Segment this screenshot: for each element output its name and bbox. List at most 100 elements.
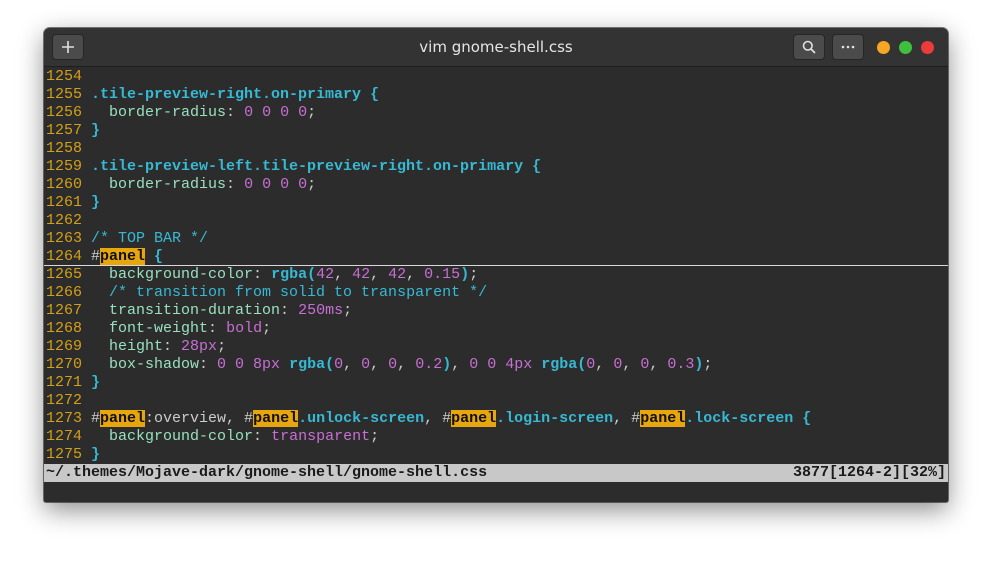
code-token: { — [154, 248, 164, 265]
code-token: 42 — [316, 266, 335, 283]
code-token: { — [532, 158, 542, 175]
vim-statusline: ~/.themes/Mojave-dark/gnome-shell/gnome-… — [44, 464, 948, 482]
code-line: 1263 /* TOP BAR */ — [44, 230, 948, 248]
code-token: transition-duration — [109, 302, 281, 319]
line-number: 1273 — [46, 410, 83, 427]
code-token: } — [91, 374, 101, 391]
code-token: font-weight — [109, 320, 209, 337]
code-line: 1270 box-shadow: 0 0 8px rgba(0, 0, 0, 0… — [44, 356, 948, 374]
code-line: 1262 — [44, 212, 948, 230]
code-token: .unlock-screen — [298, 410, 425, 427]
code-token: 0 — [640, 356, 650, 373]
line-number: 1255 — [46, 86, 83, 103]
line-text: } — [91, 122, 100, 139]
minimize-button[interactable] — [877, 41, 890, 54]
line-number: 1269 — [46, 338, 83, 355]
code-token: : — [226, 176, 245, 193]
line-text: } — [91, 374, 100, 391]
cursor-position: 3877[1264-2][32%] — [792, 464, 946, 481]
code-line: 1267 transition-duration: 250ms; — [44, 302, 948, 320]
code-line: 1266 /* transition from solid to transpa… — [44, 284, 948, 302]
line-number: 1259 — [46, 158, 83, 175]
code-token: # — [91, 410, 101, 427]
code-token: : — [208, 320, 227, 337]
code-token: .tile-preview-right.on-primary — [91, 86, 362, 103]
line-number: 1260 — [46, 176, 83, 193]
code-line: 1255 .tile-preview-right.on-primary { — [44, 86, 948, 104]
line-text: box-shadow: 0 0 8px rgba(0, 0, 0, 0.2), … — [91, 356, 712, 373]
close-button[interactable] — [921, 41, 934, 54]
line-text: #panel { — [91, 248, 163, 265]
code-token: : — [280, 302, 299, 319]
code-token: 0 0 4px — [469, 356, 533, 373]
code-token: transparent — [271, 428, 371, 445]
code-line: 1264 #panel { — [44, 248, 948, 266]
search-match: panel — [253, 410, 299, 427]
code-token: 0.2 — [415, 356, 443, 373]
code-token: height — [109, 338, 164, 355]
code-token: , — [595, 356, 614, 373]
vim-editor-buffer[interactable]: 1254 1255 .tile-preview-right.on-primary {… — [44, 68, 948, 464]
code-token: ; — [262, 320, 272, 337]
line-number: 1263 — [46, 230, 83, 247]
code-token: 0.3 — [667, 356, 695, 373]
code-token: 0 — [613, 356, 623, 373]
line-text: background-color: rgba(42, 42, 42, 0.15)… — [91, 266, 478, 283]
code-token: , — [370, 356, 389, 373]
plus-icon — [62, 41, 74, 53]
code-line: 1269 height: 28px; — [44, 338, 948, 356]
code-token: ) — [442, 356, 452, 373]
code-token: , — [397, 356, 416, 373]
code-token: .tile-preview-left.tile-preview-right.on… — [91, 158, 524, 175]
code-token: , — [370, 266, 389, 283]
line-number: 1264 — [46, 248, 83, 265]
code-token: , — [649, 356, 668, 373]
code-token: .login-screen — [496, 410, 614, 427]
code-token: 0.15 — [424, 266, 461, 283]
code-token: /* TOP BAR */ — [91, 230, 209, 247]
search-icon — [802, 40, 816, 54]
search-button[interactable] — [793, 34, 825, 60]
code-token: ; — [703, 356, 713, 373]
code-token: rgba( — [541, 356, 587, 373]
code-line: 1271} — [44, 374, 948, 392]
titlebar: vim gnome-shell.css — [44, 28, 948, 67]
code-token: 28px — [181, 338, 218, 355]
code-token: 250ms — [298, 302, 344, 319]
code-line: 1272 — [44, 392, 948, 410]
line-text: transition-duration: 250ms; — [91, 302, 352, 319]
code-token: , — [451, 356, 470, 373]
code-token: box-shadow — [109, 356, 200, 373]
code-token: 0 0 8px — [217, 356, 281, 373]
code-token: ; — [469, 266, 479, 283]
line-number: 1258 — [46, 140, 83, 157]
code-token: bold — [226, 320, 263, 337]
menu-button[interactable] — [832, 34, 864, 60]
code-token: ) — [460, 266, 470, 283]
maximize-button[interactable] — [899, 41, 912, 54]
new-tab-button[interactable] — [52, 34, 84, 60]
code-line: 1254 — [44, 68, 948, 86]
code-token: .lock-screen — [685, 410, 794, 427]
line-number: 1268 — [46, 320, 83, 337]
code-token: 42 — [388, 266, 407, 283]
code-line: 1265 background-color: rgba(42, 42, 42, … — [44, 266, 948, 284]
search-match: panel — [640, 410, 686, 427]
line-number: 1262 — [46, 212, 83, 229]
line-number: 1266 — [46, 284, 83, 301]
code-line: 1256 border-radius: 0 0 0 0; — [44, 104, 948, 122]
code-token: : — [253, 266, 272, 283]
code-token: 0 — [334, 356, 344, 373]
line-number: 1256 — [46, 104, 83, 121]
code-line: 1260 border-radius: 0 0 0 0; — [44, 176, 948, 194]
code-token: : — [163, 338, 182, 355]
code-token: , # — [424, 410, 452, 427]
